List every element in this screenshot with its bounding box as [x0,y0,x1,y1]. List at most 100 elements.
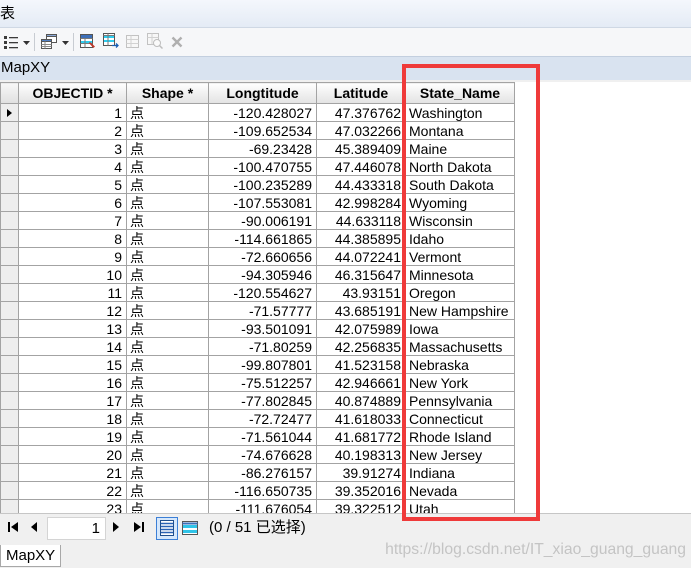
cell-objectid[interactable]: 20 [18,445,127,464]
cell-longtitude[interactable]: -99.807801 [208,355,317,374]
cell-objectid[interactable]: 1 [18,103,127,122]
cell-latitude[interactable]: 47.376762 [316,103,406,122]
cell-latitude[interactable]: 42.946661 [316,373,406,392]
cell-latitude[interactable]: 43.685191 [316,301,406,320]
cell-shape[interactable]: 点 [126,355,209,374]
row-selector[interactable] [0,409,19,428]
show-selected-records-button[interactable] [180,517,200,540]
column-header-state-name[interactable]: State_Name [405,82,515,104]
row-selector[interactable] [0,283,19,302]
cell-latitude[interactable]: 41.681772 [316,427,406,446]
cell-latitude[interactable]: 41.523158 [316,355,406,374]
row-selector[interactable] [0,445,19,464]
switch-selection-button[interactable] [102,33,120,51]
cell-latitude[interactable]: 47.032266 [316,121,406,140]
table-row[interactable]: 12 点 -71.57777 43.685191 New Hampshire [0,301,515,320]
row-selector[interactable] [0,121,19,140]
cell-longtitude[interactable]: -71.57777 [208,301,317,320]
cell-state-name[interactable]: Washington [405,103,515,122]
clear-selection-button[interactable] [125,33,141,51]
cell-objectid[interactable]: 16 [18,373,127,392]
table-row[interactable]: 8 点 -114.661865 44.385895 Idaho [0,229,515,248]
cell-shape[interactable]: 点 [126,157,209,176]
cell-shape[interactable]: 点 [126,175,209,194]
column-header-objectid[interactable]: OBJECTID * [18,82,127,104]
cell-state-name[interactable]: Massachusetts [405,337,515,356]
cell-state-name[interactable]: New Hampshire [405,301,515,320]
cell-longtitude[interactable]: -107.553081 [208,193,317,212]
cell-shape[interactable]: 点 [126,427,209,446]
cell-shape[interactable]: 点 [126,103,209,122]
cell-longtitude[interactable]: -71.80259 [208,337,317,356]
table-row[interactable]: 6 点 -107.553081 42.998284 Wyoming [0,193,515,212]
cell-state-name[interactable]: Connecticut [405,409,515,428]
row-selector[interactable] [0,157,19,176]
row-selector[interactable] [0,103,19,122]
table-row[interactable]: 14 点 -71.80259 42.256835 Massachusetts [0,337,515,356]
table-row[interactable]: 10 点 -94.305946 46.315647 Minnesota [0,265,515,284]
cell-objectid[interactable]: 7 [18,211,127,230]
cell-shape[interactable]: 点 [126,391,209,410]
move-first-icon[interactable] [7,521,19,533]
cell-longtitude[interactable]: -111.676054 [208,499,317,513]
cell-longtitude[interactable]: -72.72477 [208,409,317,428]
cell-shape[interactable]: 点 [126,229,209,248]
cell-objectid[interactable]: 2 [18,121,127,140]
cell-latitude[interactable]: 44.072241 [316,247,406,266]
cell-objectid[interactable]: 19 [18,427,127,446]
cell-latitude[interactable]: 42.256835 [316,337,406,356]
cell-state-name[interactable]: Vermont [405,247,515,266]
cell-longtitude[interactable]: -77.802845 [208,391,317,410]
cell-state-name[interactable]: New Jersey [405,445,515,464]
cell-state-name[interactable]: Pennsylvania [405,391,515,410]
cell-latitude[interactable]: 40.874889 [316,391,406,410]
cell-longtitude[interactable]: -116.650735 [208,481,317,500]
table-row[interactable]: 22 点 -116.650735 39.352016 Nevada [0,481,515,500]
cell-shape[interactable]: 点 [126,283,209,302]
table-options-button[interactable] [2,32,32,52]
cell-state-name[interactable]: Indiana [405,463,515,482]
cell-state-name[interactable]: Iowa [405,319,515,338]
row-selector[interactable] [0,319,19,338]
table-row[interactable]: 21 点 -86.276157 39.91274 Indiana [0,463,515,482]
cell-state-name[interactable]: New York [405,373,515,392]
cell-state-name[interactable]: Wisconsin [405,211,515,230]
table-row[interactable]: 17 点 -77.802845 40.874889 Pennsylvania [0,391,515,410]
cell-latitude[interactable]: 44.433318 [316,175,406,194]
table-row[interactable]: 9 点 -72.660656 44.072241 Vermont [0,247,515,266]
cell-longtitude[interactable]: -114.661865 [208,229,317,248]
table-row[interactable]: 7 点 -90.006191 44.633118 Wisconsin [0,211,515,230]
cell-longtitude[interactable]: -75.512257 [208,373,317,392]
cell-objectid[interactable]: 4 [18,157,127,176]
table-row[interactable]: 1 点 -120.428027 47.376762 Washington [0,103,515,122]
cell-shape[interactable]: 点 [126,301,209,320]
cell-state-name[interactable]: South Dakota [405,175,515,194]
tab-mapxy[interactable]: MapXY [0,545,62,567]
cell-shape[interactable]: 点 [126,499,209,513]
column-header-latitude[interactable]: Latitude [316,82,406,104]
cell-objectid[interactable]: 8 [18,229,127,248]
row-selector[interactable] [0,373,19,392]
table-row[interactable]: 20 点 -74.676628 40.198313 New Jersey [0,445,515,464]
cell-objectid[interactable]: 14 [18,337,127,356]
table-row[interactable]: 11 点 -120.554627 43.93151 Oregon [0,283,515,302]
cell-state-name[interactable]: Minnesota [405,265,515,284]
cell-shape[interactable]: 点 [126,373,209,392]
zoom-to-selected-button[interactable] [146,33,164,51]
row-selector[interactable] [0,337,19,356]
cell-objectid[interactable]: 13 [18,319,127,338]
row-selector[interactable] [0,247,19,266]
row-selector[interactable] [0,265,19,284]
cell-latitude[interactable]: 47.446078 [316,157,406,176]
cell-shape[interactable]: 点 [126,247,209,266]
column-header-longtitude[interactable]: Longtitude [208,82,317,104]
cell-latitude[interactable]: 41.618033 [316,409,406,428]
cell-state-name[interactable]: Nebraska [405,355,515,374]
row-selector[interactable] [0,193,19,212]
cell-shape[interactable]: 点 [126,337,209,356]
table-row[interactable]: 19 点 -71.561044 41.681772 Rhode Island [0,427,515,446]
cell-latitude[interactable]: 46.315647 [316,265,406,284]
cell-state-name[interactable]: Montana [405,121,515,140]
row-selector[interactable] [0,481,19,500]
cell-latitude[interactable]: 39.352016 [316,481,406,500]
